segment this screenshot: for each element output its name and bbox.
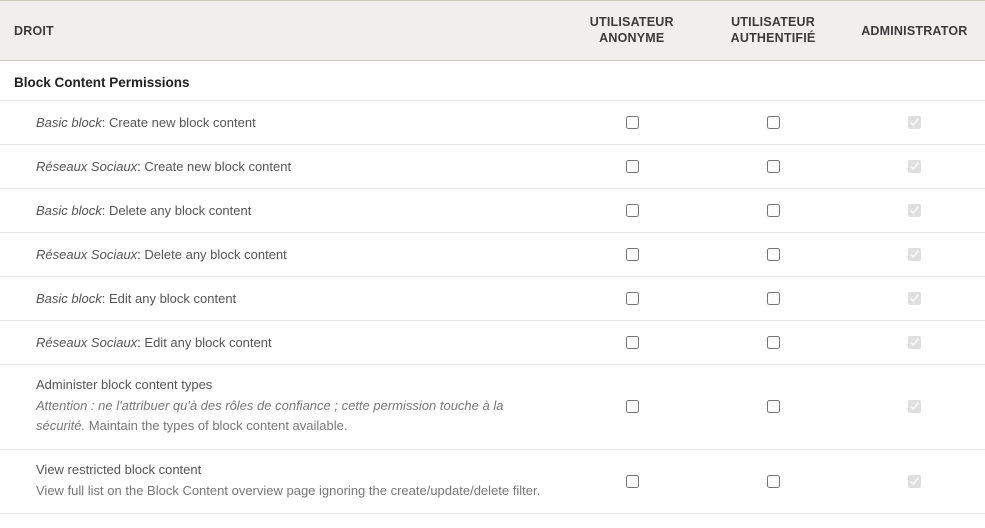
permission-checkbox-anonymous[interactable]: [626, 336, 639, 349]
checkbox-cell-authenticated: [702, 145, 843, 189]
permission-checkbox-administrator: [908, 116, 921, 129]
permission-prefix: Basic block: [36, 115, 102, 130]
checkbox-cell-anonymous: [561, 321, 702, 365]
permission-checkbox-anonymous[interactable]: [626, 160, 639, 173]
permission-checkbox-administrator: [908, 160, 921, 173]
col-header-permission: Droit: [0, 1, 561, 61]
permission-checkbox-anonymous[interactable]: [626, 116, 639, 129]
permission-cell: View restricted block content View full l…: [0, 449, 561, 513]
checkbox-cell-authenticated: [702, 321, 843, 365]
permission-checkbox-authenticated[interactable]: [767, 248, 780, 261]
permission-row: Réseaux Sociaux: Edit any block content: [0, 321, 985, 365]
permission-label: Edit any block content: [109, 291, 236, 306]
permission-prefix: Réseaux Sociaux: [36, 159, 137, 174]
permission-title: Administer block content types: [36, 377, 212, 392]
col-header-authenticated: Utilisateur authentifié: [702, 1, 843, 61]
permission-cell: Réseaux Sociaux: Delete any block conten…: [0, 233, 561, 277]
permission-prefix: Basic block: [36, 291, 102, 306]
checkbox-cell-anonymous: [561, 365, 702, 449]
permission-checkbox-authenticated[interactable]: [767, 400, 780, 413]
checkbox-cell-administrator: [844, 277, 985, 321]
checkbox-cell-administrator: [844, 189, 985, 233]
permission-label: Edit any block content: [144, 335, 271, 350]
permission-prefix: Réseaux Sociaux: [36, 247, 137, 262]
permissions-table: Droit Utilisateur anonyme Utilisateur au…: [0, 0, 985, 514]
permission-checkbox-authenticated[interactable]: [767, 204, 780, 217]
permission-description: Attention : ne l'attribuer qu'à des rôle…: [36, 396, 547, 436]
permission-title: Basic block: Create new block content: [36, 115, 256, 130]
permission-checkbox-authenticated[interactable]: [767, 160, 780, 173]
permission-checkbox-anonymous[interactable]: [626, 248, 639, 261]
permission-title: Réseaux Sociaux: Edit any block content: [36, 335, 272, 350]
permission-checkbox-anonymous[interactable]: [626, 204, 639, 217]
permission-cell: Basic block: Delete any block content: [0, 189, 561, 233]
permission-checkbox-authenticated[interactable]: [767, 292, 780, 305]
permission-row: Basic block: Edit any block content: [0, 277, 985, 321]
checkbox-cell-anonymous: [561, 101, 702, 145]
permission-title: Réseaux Sociaux: Delete any block conten…: [36, 247, 287, 262]
permission-checkbox-authenticated[interactable]: [767, 116, 780, 129]
permission-cell: Basic block: Create new block content: [0, 101, 561, 145]
permission-label: Delete any block content: [109, 203, 251, 218]
permission-description: View full list on the Block Content over…: [36, 481, 547, 501]
permission-checkbox-administrator: [908, 336, 921, 349]
permission-row: Réseaux Sociaux: Create new block conten…: [0, 145, 985, 189]
checkbox-cell-administrator: [844, 321, 985, 365]
permission-label: Administer block content types: [36, 377, 212, 392]
permission-checkbox-administrator: [908, 292, 921, 305]
col-header-administrator: Administrator: [844, 1, 985, 61]
permission-checkbox-anonymous[interactable]: [626, 292, 639, 305]
checkbox-cell-authenticated: [702, 365, 843, 449]
permission-row: Basic block: Create new block content: [0, 101, 985, 145]
checkbox-cell-administrator: [844, 365, 985, 449]
permission-checkbox-administrator: [908, 475, 921, 488]
permission-cell: Réseaux Sociaux: Create new block conten…: [0, 145, 561, 189]
permission-cell: Basic block: Edit any block content: [0, 277, 561, 321]
permission-checkbox-authenticated[interactable]: [767, 475, 780, 488]
permission-row: Réseaux Sociaux: Delete any block conten…: [0, 233, 985, 277]
permission-title: Basic block: Edit any block content: [36, 291, 236, 306]
permission-section-title: Block Content Permissions: [0, 61, 985, 101]
permission-title: Réseaux Sociaux: Create new block conten…: [36, 159, 291, 174]
permission-checkbox-administrator: [908, 248, 921, 261]
permission-title: View restricted block content: [36, 462, 201, 477]
checkbox-cell-authenticated: [702, 233, 843, 277]
checkbox-cell-anonymous: [561, 449, 702, 513]
permission-checkbox-administrator: [908, 400, 921, 413]
checkbox-cell-administrator: [844, 233, 985, 277]
permission-checkbox-administrator: [908, 204, 921, 217]
permission-prefix: Réseaux Sociaux: [36, 335, 137, 350]
table-header-row: Droit Utilisateur anonyme Utilisateur au…: [0, 1, 985, 61]
permission-label: View restricted block content: [36, 462, 201, 477]
permission-section-row: Block Content Permissions: [0, 61, 985, 101]
permission-checkbox-authenticated[interactable]: [767, 336, 780, 349]
permission-checkbox-anonymous[interactable]: [626, 400, 639, 413]
permission-label: Delete any block content: [144, 247, 286, 262]
permission-title: Basic block: Delete any block content: [36, 203, 251, 218]
checkbox-cell-administrator: [844, 449, 985, 513]
checkbox-cell-authenticated: [702, 277, 843, 321]
permission-label: Create new block content: [109, 115, 256, 130]
checkbox-cell-administrator: [844, 145, 985, 189]
checkbox-cell-anonymous: [561, 233, 702, 277]
checkbox-cell-authenticated: [702, 101, 843, 145]
permission-cell: Réseaux Sociaux: Edit any block content: [0, 321, 561, 365]
permission-label: Create new block content: [144, 159, 291, 174]
checkbox-cell-administrator: [844, 101, 985, 145]
col-header-anonymous: Utilisateur anonyme: [561, 1, 702, 61]
checkbox-cell-anonymous: [561, 189, 702, 233]
permission-row: View restricted block content View full l…: [0, 449, 985, 513]
permission-row: Basic block: Delete any block content: [0, 189, 985, 233]
checkbox-cell-authenticated: [702, 189, 843, 233]
checkbox-cell-anonymous: [561, 277, 702, 321]
checkbox-cell-anonymous: [561, 145, 702, 189]
permission-checkbox-anonymous[interactable]: [626, 475, 639, 488]
permission-row: Administer block content types Attention …: [0, 365, 985, 449]
permission-cell: Administer block content types Attention …: [0, 365, 561, 449]
checkbox-cell-authenticated: [702, 449, 843, 513]
permission-prefix: Basic block: [36, 203, 102, 218]
